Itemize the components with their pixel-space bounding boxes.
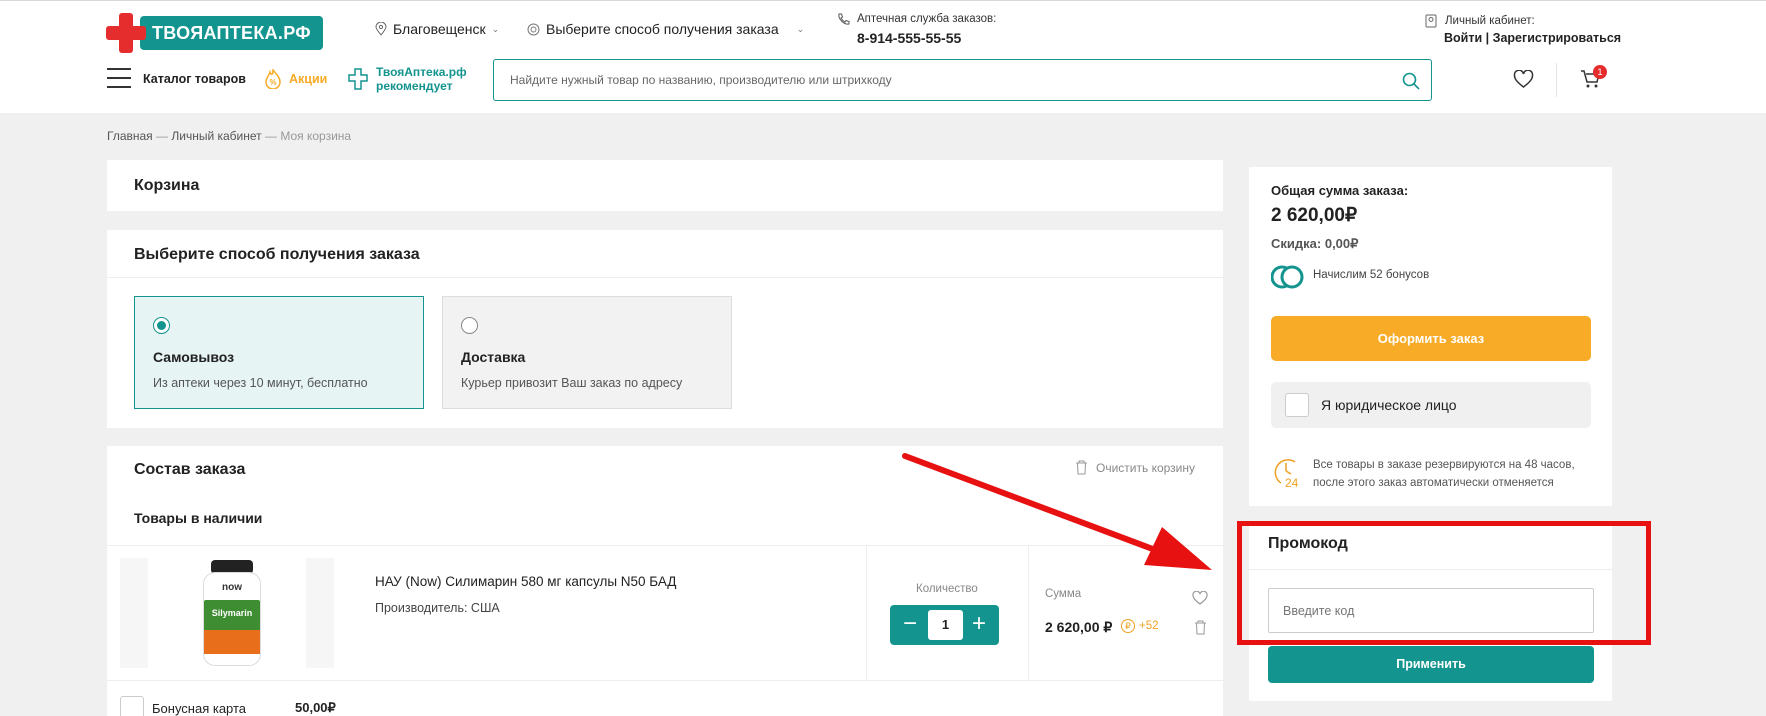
catalog-menu-button[interactable] bbox=[107, 67, 131, 89]
product-name[interactable]: НАУ (Now) Силимарин 580 мг капсулы N50 Б… bbox=[375, 574, 676, 589]
phone-icon bbox=[838, 13, 850, 25]
quantity-value[interactable]: 1 bbox=[928, 610, 963, 640]
phone-caption: Аптечная служба заказов: bbox=[857, 13, 997, 25]
pickup-desc: Из аптеки через 10 минут, бесплатно bbox=[153, 376, 368, 390]
breadcrumb-separator: — bbox=[265, 129, 277, 143]
qty-label: Количество bbox=[916, 583, 978, 595]
breadcrumb-current: Моя корзина bbox=[280, 129, 352, 143]
bonus-card-checkbox[interactable] bbox=[120, 696, 144, 716]
site-header: ТВОЯАПТЕКА.РФ Благовещенск ⌄ Выберите сп… bbox=[0, 0, 1766, 113]
total-amount: 2 620,00₽ bbox=[1271, 205, 1358, 226]
reservation-note: Все товары в заказе резервируются на 48 … bbox=[1313, 459, 1575, 489]
catalog-link[interactable]: Каталог товаров bbox=[143, 72, 246, 86]
breadcrumb-separator: — bbox=[156, 129, 169, 143]
delivery-method-label: Выберите способ получения заказа bbox=[546, 21, 779, 37]
delivery-title: Выберите способ получения заказа bbox=[134, 246, 420, 263]
bonus-card-label: Бонусная карта bbox=[152, 701, 247, 716]
image-strip-right bbox=[306, 558, 334, 668]
legal-entity-label: Я юридическое лицо bbox=[1321, 397, 1457, 413]
checkout-button[interactable]: Оформить заказ bbox=[1271, 316, 1591, 361]
login-link[interactable]: Войти bbox=[1444, 31, 1482, 45]
search-icon[interactable] bbox=[1402, 72, 1420, 90]
quantity-stepper: − 1 + bbox=[890, 605, 999, 645]
product-image[interactable]: now Silymarin bbox=[201, 560, 263, 666]
courier-option[interactable]: Доставка Курьер привозит Ваш заказ по ад… bbox=[442, 296, 732, 409]
annotation-arrow-icon bbox=[902, 453, 1212, 570]
bonus-card-value: 50,00₽ bbox=[295, 700, 336, 715]
discount-label: Скидка: bbox=[1271, 236, 1322, 251]
page-title: Корзина bbox=[134, 177, 200, 194]
phone-number[interactable]: 8-914-555-55-55 bbox=[857, 30, 961, 46]
promo-link[interactable]: Акции bbox=[289, 72, 327, 86]
divider bbox=[107, 277, 1223, 278]
divider bbox=[107, 680, 1223, 681]
cart-title-card: Корзина bbox=[107, 160, 1223, 211]
recommend-line1: ТвояАптека.рф bbox=[376, 65, 467, 79]
item-sum: 2 620,00 ₽ bbox=[1045, 619, 1113, 635]
logo-text: ТВОЯАПТЕКА.РФ bbox=[140, 16, 323, 50]
annotation-highlight-box bbox=[1237, 521, 1651, 645]
breadcrumb-account[interactable]: Личный кабинет bbox=[171, 129, 261, 143]
divider bbox=[866, 546, 867, 681]
item-bonus-value: +52 bbox=[1139, 620, 1159, 632]
apply-promo-button[interactable]: Применить bbox=[1268, 646, 1594, 683]
favorites-heart-icon[interactable] bbox=[1513, 70, 1534, 89]
header-divider bbox=[1556, 63, 1557, 97]
courier-desc: Курьер привозит Ваш заказ по адресу bbox=[461, 376, 683, 390]
recommend-link[interactable]: ТвояАптека.рф рекомендует bbox=[376, 65, 467, 93]
cross-logo-icon bbox=[106, 13, 146, 53]
auth-links: Войти | Зарегистрироваться bbox=[1444, 31, 1621, 45]
discount-row: Скидка: 0,00₽ bbox=[1271, 236, 1358, 252]
in-stock-heading: Товары в наличии bbox=[134, 510, 263, 526]
pickup-radio[interactable] bbox=[153, 317, 170, 334]
favorite-heart-icon[interactable] bbox=[1192, 591, 1208, 605]
pickup-option[interactable]: Самовывоз Из аптеки через 10 минут, бесп… bbox=[134, 296, 424, 409]
city-selector[interactable]: Благовещенск ⌄ bbox=[375, 21, 499, 37]
product-maker: Производитель: США bbox=[375, 601, 500, 615]
percent-flame-icon: % bbox=[265, 69, 281, 89]
product-image-label: Silymarin bbox=[211, 608, 253, 618]
bonus-info: Начислим 52 бонусов bbox=[1313, 269, 1430, 281]
increase-button[interactable]: + bbox=[961, 605, 997, 645]
pharmacy-cross-icon bbox=[348, 68, 368, 90]
clock-24-icon: 24 bbox=[1274, 459, 1299, 489]
location-pin-icon bbox=[375, 22, 387, 36]
sum-label: Сумма bbox=[1045, 588, 1082, 600]
recommend-line2: рекомендует bbox=[376, 79, 453, 93]
breadcrumb-home[interactable]: Главная bbox=[107, 129, 153, 143]
legal-entity-toggle[interactable]: Я юридическое лицо bbox=[1271, 382, 1591, 428]
ruble-coin-icon: ₽ bbox=[1121, 619, 1135, 633]
total-label: Общая сумма заказа: bbox=[1271, 183, 1409, 198]
discount-value: 0,00₽ bbox=[1324, 236, 1359, 251]
search-input[interactable] bbox=[494, 60, 1374, 100]
order-title: Состав заказа bbox=[134, 461, 246, 478]
svg-text:24: 24 bbox=[1285, 476, 1299, 489]
decrease-button[interactable]: − bbox=[892, 605, 928, 645]
register-link[interactable]: Зарегистрироваться bbox=[1493, 31, 1621, 45]
account-caption: Личный кабинет: bbox=[1445, 15, 1535, 27]
pickup-title: Самовывоз bbox=[153, 349, 235, 365]
hamburger-icon bbox=[107, 67, 131, 89]
breadcrumb: Главная — Личный кабинет — Моя корзина bbox=[107, 129, 351, 143]
courier-radio[interactable] bbox=[461, 317, 478, 334]
image-strip-left bbox=[120, 558, 148, 668]
cart-button[interactable]: 1 bbox=[1580, 65, 1607, 91]
item-bonus: ₽ +52 bbox=[1121, 619, 1159, 633]
svg-text:%: % bbox=[269, 78, 276, 87]
courier-title: Доставка bbox=[461, 349, 526, 365]
cart-count-badge: 1 bbox=[1593, 65, 1607, 79]
legal-entity-checkbox[interactable] bbox=[1285, 393, 1309, 417]
chevron-down-icon: ⌄ bbox=[796, 23, 805, 34]
search-bar bbox=[493, 59, 1432, 101]
delete-item-icon[interactable] bbox=[1194, 620, 1207, 635]
account-icon bbox=[1425, 14, 1437, 28]
delivery-method-selector[interactable]: Выберите способ получения заказа ⌄ bbox=[527, 21, 804, 37]
city-label: Благовещенск bbox=[393, 21, 486, 37]
site-logo[interactable]: ТВОЯАПТЕКА.РФ bbox=[106, 13, 323, 53]
target-icon bbox=[527, 23, 540, 35]
chevron-down-icon: ⌄ bbox=[491, 23, 500, 34]
delivery-card: Выберите способ получения заказа Самовыв… bbox=[107, 230, 1223, 428]
auth-separator: | bbox=[1485, 31, 1490, 45]
bonus-rings-icon bbox=[1271, 265, 1304, 289]
